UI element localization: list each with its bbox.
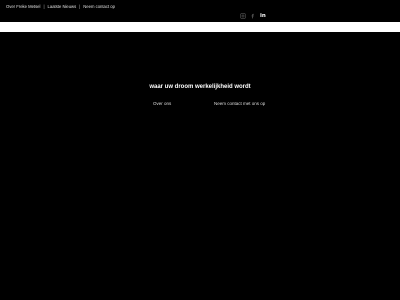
- instagram-icon[interactable]: [240, 13, 246, 19]
- hero-headline: waar uw droom werkelijkheid wordt: [149, 84, 251, 90]
- header-divider-bar: [0, 22, 400, 32]
- facebook-icon[interactable]: [250, 13, 256, 19]
- social-links: in: [240, 13, 266, 19]
- hero-section: [0, 32, 400, 300]
- nav-separator: |: [43, 4, 45, 9]
- about-us-button[interactable]: Over ons: [153, 101, 171, 106]
- top-bar: Over Freke Metsel | Laatste Nieuws | Nee…: [0, 0, 400, 22]
- nav-separator: |: [79, 4, 81, 9]
- nav-item-latest-news[interactable]: Laatste Nieuws: [48, 4, 77, 9]
- top-navigation: Over Freke Metsel | Laatste Nieuws | Nee…: [6, 4, 115, 9]
- nav-item-contact[interactable]: Neem contact op: [83, 4, 115, 9]
- linkedin-icon[interactable]: in: [260, 13, 266, 19]
- nav-item-about-freke-metsel[interactable]: Over Freke Metsel: [6, 4, 40, 9]
- contact-us-button[interactable]: Neem contact met ons op: [214, 101, 265, 106]
